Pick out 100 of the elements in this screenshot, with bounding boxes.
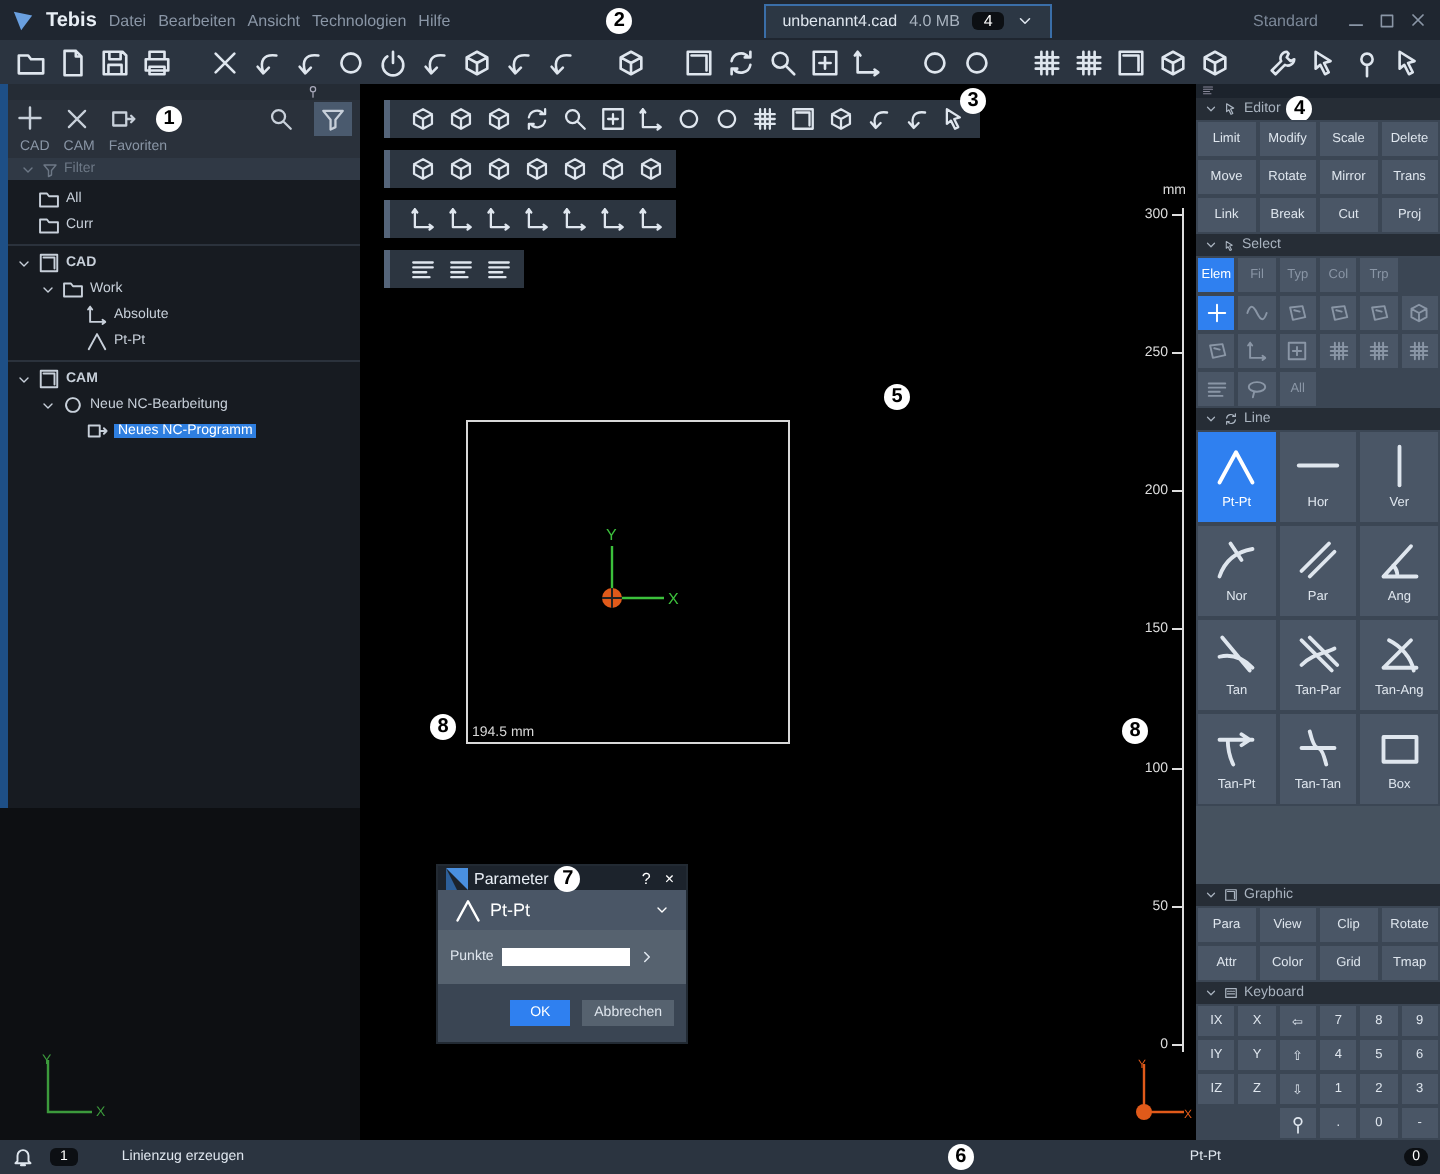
cube-icon[interactable] <box>486 106 512 132</box>
curved-arrow-icon[interactable] <box>904 106 930 132</box>
axes-icon[interactable] <box>562 206 588 232</box>
curved-arrow-icon[interactable] <box>866 106 892 132</box>
lines-icon[interactable] <box>410 256 436 282</box>
close-button[interactable]: × <box>660 869 678 887</box>
close-icon[interactable] <box>1408 10 1428 30</box>
logo-icon <box>12 9 34 31</box>
file-tab[interactable]: unbenannt4.cad 4.0 MB 4 <box>764 3 1053 37</box>
menu-item[interactable]: Hilfe <box>418 11 451 29</box>
input-field[interactable] <box>501 948 630 966</box>
select-tool-button[interactable] <box>1196 294 1237 332</box>
key[interactable] <box>1277 1106 1318 1140</box>
export-icon[interactable] <box>110 105 136 131</box>
line-icon <box>1214 632 1259 676</box>
axes-icon <box>86 304 108 326</box>
search-icon[interactable] <box>268 105 294 131</box>
cube-icon[interactable] <box>486 156 512 182</box>
printer-icon[interactable] <box>142 47 172 77</box>
caret-icon[interactable] <box>1204 412 1218 426</box>
pin-icon[interactable] <box>306 84 320 98</box>
cross-icon[interactable] <box>210 47 241 77</box>
callout-marker: 8 <box>1122 718 1148 744</box>
cube-icon[interactable] <box>448 106 474 132</box>
filter-button[interactable] <box>314 101 352 135</box>
grid-icon[interactable] <box>752 106 778 132</box>
ring-icon[interactable] <box>962 47 993 77</box>
workspace-dropdown[interactable]: Standard <box>1253 11 1334 29</box>
filter-icon <box>42 161 58 177</box>
cube-icon[interactable] <box>1157 47 1188 77</box>
cube-icon[interactable] <box>524 156 550 182</box>
plus-icon[interactable] <box>16 104 44 132</box>
ring-icon[interactable] <box>714 106 740 132</box>
search-icon[interactable] <box>767 47 798 77</box>
cube-icon[interactable] <box>410 106 436 132</box>
axes-icon[interactable] <box>851 47 882 77</box>
axes-icon <box>1245 340 1268 362</box>
lines-icon[interactable] <box>1202 84 1214 96</box>
wrench-icon[interactable] <box>1267 47 1298 77</box>
menu-item[interactable]: Datei <box>108 11 147 29</box>
callout-marker: 8 <box>430 714 456 740</box>
caret-icon[interactable] <box>1204 238 1218 252</box>
cube-icon[interactable] <box>615 47 646 77</box>
cube-icon[interactable] <box>562 156 588 182</box>
caret-icon[interactable] <box>1204 888 1218 902</box>
keyboard-icon <box>1224 986 1238 1000</box>
file-icon[interactable] <box>58 47 88 77</box>
axes-icon[interactable] <box>410 206 436 232</box>
menu-item[interactable]: Technologien <box>312 11 407 29</box>
maximize-icon[interactable] <box>1378 11 1396 29</box>
cross-icon[interactable] <box>64 105 90 131</box>
lines-icon <box>1205 378 1228 400</box>
line-icon <box>1214 444 1259 488</box>
frame-icon[interactable] <box>809 47 840 77</box>
menu-item[interactable]: Bearbeiten <box>158 11 236 29</box>
grid-icon <box>1367 340 1390 362</box>
grid-icon[interactable] <box>1073 47 1104 77</box>
caret-icon[interactable] <box>654 902 670 918</box>
search-icon[interactable] <box>562 106 588 132</box>
axes-icon[interactable] <box>638 206 664 232</box>
cube-icon[interactable] <box>410 156 436 182</box>
refresh-icon[interactable] <box>524 106 550 132</box>
line-icon <box>1295 460 1340 472</box>
cube-icon[interactable] <box>638 156 664 182</box>
axes-icon[interactable] <box>486 206 512 232</box>
caret-icon[interactable] <box>1016 12 1035 30</box>
menu-item[interactable]: Ansicht <box>247 11 301 29</box>
line-icon <box>1295 632 1340 676</box>
callout-marker: 3 <box>960 88 986 114</box>
folder-icon <box>38 214 60 236</box>
frame-icon[interactable] <box>600 106 626 132</box>
cube-icon[interactable] <box>1199 47 1230 77</box>
refresh-icon[interactable] <box>725 47 756 77</box>
axes-icon[interactable] <box>600 206 626 232</box>
face-icon <box>1367 302 1390 324</box>
folder-icon <box>62 278 84 300</box>
caret-icon[interactable] <box>1204 986 1218 1000</box>
axes-icon[interactable] <box>524 206 550 232</box>
grid-icon[interactable] <box>1031 47 1062 77</box>
axes-icon[interactable] <box>448 206 474 232</box>
callout-marker: 6 <box>947 1144 974 1170</box>
line-icon <box>1393 444 1405 488</box>
ring-icon[interactable] <box>676 106 702 132</box>
power-icon[interactable] <box>378 47 409 77</box>
export-icon <box>86 420 108 442</box>
cube-icon[interactable] <box>448 156 474 182</box>
ring-icon[interactable] <box>920 47 951 77</box>
caret-icon[interactable] <box>1204 102 1218 116</box>
cube-icon[interactable] <box>600 156 626 182</box>
line-icon <box>86 330 108 352</box>
help-button[interactable]: ? <box>637 869 655 887</box>
axes-icon[interactable] <box>638 106 664 132</box>
lines-icon[interactable] <box>486 256 512 282</box>
bell-icon[interactable] <box>12 1146 34 1168</box>
cube-icon[interactable] <box>462 47 493 77</box>
angle-icon <box>1377 632 1422 676</box>
lines-icon[interactable] <box>448 256 474 282</box>
cube-icon[interactable] <box>828 106 854 132</box>
callout-marker: 7 <box>554 865 581 891</box>
ring-icon[interactable] <box>336 47 367 77</box>
